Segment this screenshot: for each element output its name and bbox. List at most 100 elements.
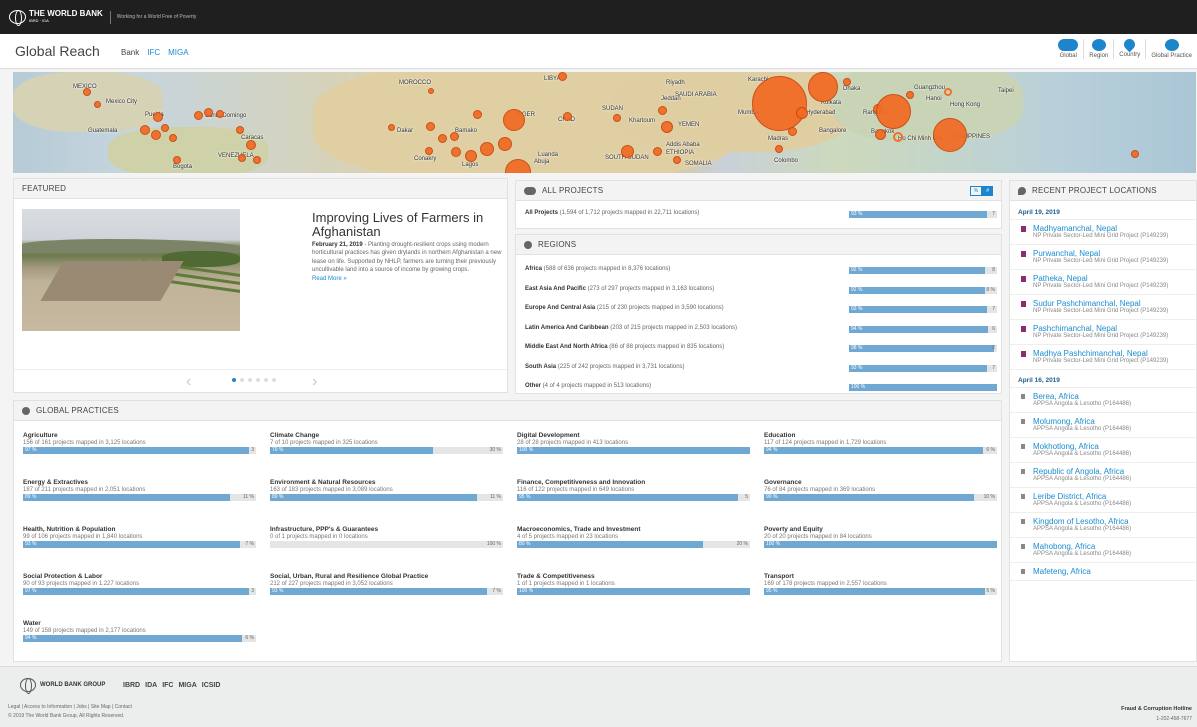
- map-bubble[interactable]: [752, 76, 807, 131]
- recent-location-item[interactable]: Sudur Pashchimanchal, Nepal NP Private S…: [1010, 295, 1196, 320]
- map-bubble[interactable]: [473, 110, 482, 119]
- location-name[interactable]: Mafeteng, Africa: [1033, 567, 1190, 576]
- map-bubble[interactable]: [875, 129, 886, 140]
- region-row[interactable]: Other (4 of 4 projects mapped in 513 loc…: [525, 383, 997, 393]
- map-bubble[interactable]: [169, 134, 177, 142]
- chevron-right-icon[interactable]: ›: [312, 373, 317, 391]
- region-row[interactable]: South Asia (225 of 242 projects mapped i…: [525, 364, 997, 374]
- map-bubble[interactable]: [238, 154, 246, 162]
- world-bank-group-logo[interactable]: WORLD BANK GROUP: [20, 678, 105, 694]
- map-bubble[interactable]: [451, 147, 461, 157]
- practice-item[interactable]: Education 117 of 124 projects mapped in …: [764, 432, 997, 454]
- map-bubble[interactable]: [450, 132, 459, 141]
- nav-miga[interactable]: MIGA: [168, 48, 188, 57]
- map-bubble[interactable]: [153, 112, 163, 122]
- map-bubble[interactable]: [253, 156, 261, 164]
- fraud-hotline-link[interactable]: Fraud & Corruption Hotline: [1121, 706, 1192, 712]
- map-bubble[interactable]: [944, 88, 952, 96]
- map-bubble[interactable]: [621, 145, 634, 158]
- practice-item[interactable]: Social, Urban, Rural and Resilience Glob…: [270, 573, 503, 595]
- map-bubble[interactable]: [428, 88, 434, 94]
- map-bubble[interactable]: [425, 147, 433, 155]
- region-row[interactable]: Latin America And Caribbean (203 of 215 …: [525, 325, 997, 335]
- carousel-dot[interactable]: [240, 378, 244, 382]
- location-name[interactable]: Kingdom of Lesotho, Africa: [1033, 517, 1190, 526]
- all-projects-row[interactable]: All Projects (1,594 of 1,712 projects ma…: [525, 210, 997, 220]
- recent-location-item[interactable]: Mahobong, Africa APPSA Angola & Lesotho …: [1010, 538, 1196, 563]
- practice-item[interactable]: Energy & Extractives 187 of 211 projects…: [23, 479, 256, 501]
- link-ifc[interactable]: IFC: [162, 682, 173, 689]
- footer-links[interactable]: Legal | Access to Information | Jobs | S…: [8, 704, 132, 710]
- recent-location-item[interactable]: Madhyamanchal, Nepal NP Private Sector-L…: [1010, 220, 1196, 245]
- practice-item[interactable]: Digital Development 28 of 28 projects ma…: [517, 432, 750, 454]
- location-name[interactable]: Patheka, Nepal: [1033, 274, 1190, 283]
- practice-item[interactable]: Macroeconomics, Trade and Investment 4 o…: [517, 526, 750, 548]
- recent-location-item[interactable]: Republic of Angola, Africa APPSA Angola …: [1010, 463, 1196, 488]
- map-bubble[interactable]: [563, 112, 572, 121]
- view-country[interactable]: Country: [1114, 36, 1147, 59]
- region-row[interactable]: Africa (588 of 636 projects mapped in 8,…: [525, 266, 997, 276]
- map-bubble[interactable]: [83, 88, 91, 96]
- recent-location-item[interactable]: Berea, Africa APPSA Angola & Lesotho (P1…: [1010, 388, 1196, 413]
- location-name[interactable]: Purwanchal, Nepal: [1033, 249, 1190, 258]
- location-name[interactable]: Madhyamanchal, Nepal: [1033, 224, 1190, 233]
- region-row[interactable]: Europe And Central Asia (215 of 230 proj…: [525, 305, 997, 315]
- recent-location-item[interactable]: Pashchimanchal, Nepal NP Private Sector-…: [1010, 320, 1196, 345]
- practice-item[interactable]: Environment & Natural Resources 163 of 1…: [270, 479, 503, 501]
- map-bubble[interactable]: [876, 94, 911, 129]
- map-bubble[interactable]: [465, 150, 477, 162]
- location-name[interactable]: Mokhotlong, Africa: [1033, 442, 1190, 451]
- region-row[interactable]: East Asia And Pacific (273 of 297 projec…: [525, 286, 997, 296]
- nav-bank[interactable]: Bank: [121, 48, 139, 57]
- featured-title[interactable]: Improving Lives of Farmers in Afghanista…: [312, 211, 502, 239]
- map-bubble[interactable]: [426, 122, 435, 131]
- location-name[interactable]: Madhya Pashchimanchal, Nepal: [1033, 349, 1190, 358]
- map-bubble[interactable]: [673, 156, 681, 164]
- chevron-left-icon[interactable]: ‹: [186, 373, 191, 391]
- practice-item[interactable]: Poverty and Equity 20 of 20 projects map…: [764, 526, 997, 548]
- map-bubble[interactable]: [204, 108, 213, 117]
- map-bubble[interactable]: [653, 147, 662, 156]
- map-bubble[interactable]: [796, 107, 808, 119]
- map-bubble[interactable]: [236, 126, 244, 134]
- practice-item[interactable]: Finance, Competitiveness and Innovation …: [517, 479, 750, 501]
- map-bubble[interactable]: [893, 132, 903, 142]
- map-bubble[interactable]: [194, 111, 203, 120]
- carousel-dot[interactable]: [264, 378, 268, 382]
- map-bubble[interactable]: [661, 121, 673, 133]
- region-row[interactable]: Middle East And North Africa (86 of 88 p…: [525, 344, 997, 354]
- map-bubble[interactable]: [503, 109, 525, 131]
- practice-item[interactable]: Health, Nutrition & Population 99 of 106…: [23, 526, 256, 548]
- location-name[interactable]: Mahobong, Africa: [1033, 542, 1190, 551]
- read-more-link[interactable]: Read More »: [312, 275, 502, 283]
- view-global[interactable]: Global: [1053, 39, 1085, 59]
- practice-item[interactable]: Social Protection & Labor 90 of 93 proje…: [23, 573, 256, 595]
- map-bubble[interactable]: [843, 78, 851, 86]
- view-global-practice[interactable]: Global Practice: [1146, 39, 1197, 59]
- location-name[interactable]: Republic of Angola, Africa: [1033, 467, 1190, 476]
- carousel-dot[interactable]: [272, 378, 276, 382]
- recent-location-item[interactable]: Madhya Pashchimanchal, Nepal NP Private …: [1010, 345, 1196, 370]
- map-bubble[interactable]: [788, 127, 797, 136]
- toggle-percent[interactable]: %: [969, 186, 983, 196]
- location-name[interactable]: Molumong, Africa: [1033, 417, 1190, 426]
- carousel-dot[interactable]: [256, 378, 260, 382]
- recent-list[interactable]: April 19, 2019 Madhyamanchal, Nepal NP P…: [1010, 202, 1196, 581]
- carousel-dot[interactable]: [248, 378, 252, 382]
- link-ida[interactable]: IDA: [145, 682, 157, 689]
- practice-item[interactable]: Climate Change 7 of 10 projects mapped i…: [270, 432, 503, 454]
- practice-item[interactable]: Trade & Competitiveness 1 of 1 projects …: [517, 573, 750, 595]
- link-miga[interactable]: MIGA: [178, 682, 196, 689]
- map-bubble[interactable]: [151, 130, 161, 140]
- map-bubble[interactable]: [1131, 150, 1139, 158]
- recent-location-item[interactable]: Patheka, Nepal NP Private Sector-Led Min…: [1010, 270, 1196, 295]
- practice-item[interactable]: Agriculture 156 of 161 projects mapped i…: [23, 432, 256, 454]
- location-name[interactable]: Leribe District, Africa: [1033, 492, 1190, 501]
- map-bubble[interactable]: [140, 125, 150, 135]
- recent-location-item[interactable]: Leribe District, Africa APPSA Angola & L…: [1010, 488, 1196, 513]
- map-bubble[interactable]: [658, 106, 667, 115]
- map-bubble[interactable]: [388, 124, 395, 131]
- map-bubble[interactable]: [558, 72, 567, 81]
- map-bubble[interactable]: [438, 134, 447, 143]
- map-bubble[interactable]: [613, 114, 621, 122]
